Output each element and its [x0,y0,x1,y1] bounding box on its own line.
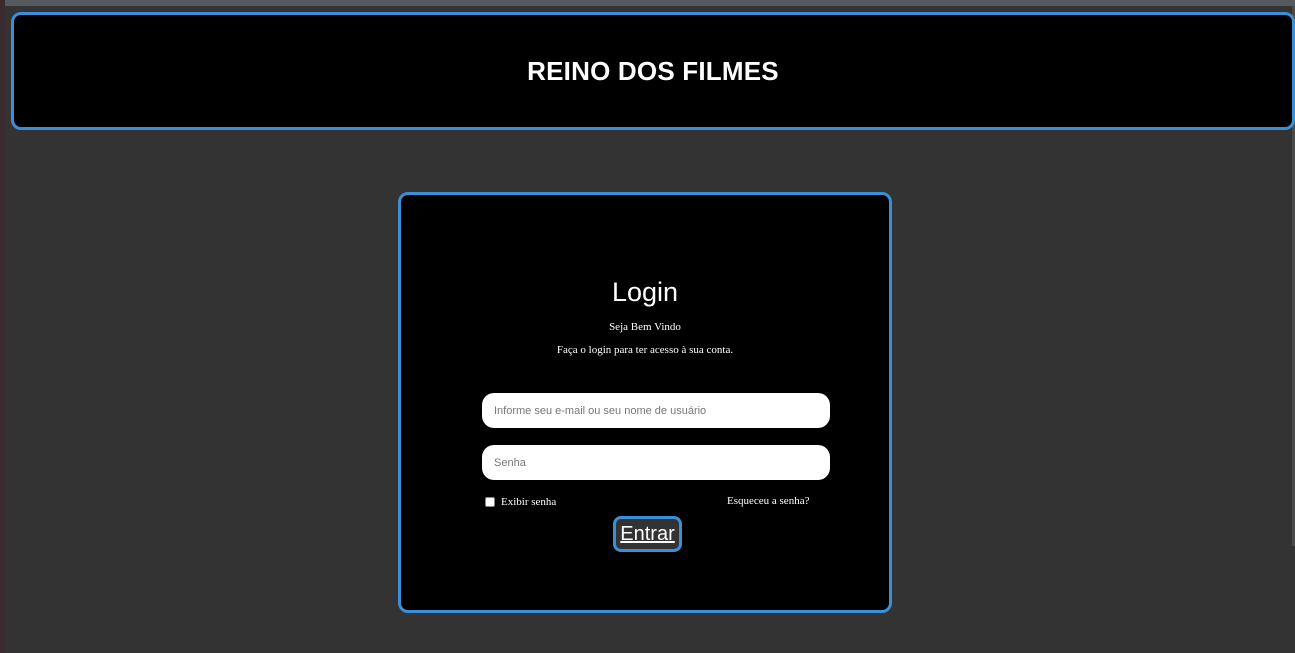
forgot-password-link[interactable]: Esqueceu a senha? [727,495,809,507]
login-card: Login Seja Bem Vindo Faça o login para t… [398,192,892,613]
show-password-toggle[interactable]: Exibir senha [485,496,556,508]
show-password-checkbox[interactable] [485,497,495,507]
login-submit-button[interactable]: Entrar [613,516,682,552]
show-password-label: Exibir senha [501,496,557,508]
site-header: REINO DOS FILMES [11,12,1295,130]
email-username-input[interactable] [482,393,830,428]
password-input[interactable] [482,445,830,480]
login-subtitle: Faça o login para ter acesso à sua conta… [556,344,734,356]
welcome-text: Seja Bem Vindo [609,321,681,333]
site-title: REINO DOS FILMES [527,55,779,86]
browser-top-edge [0,0,1295,6]
window-left-edge [0,0,5,653]
login-title: Login [611,277,679,307]
